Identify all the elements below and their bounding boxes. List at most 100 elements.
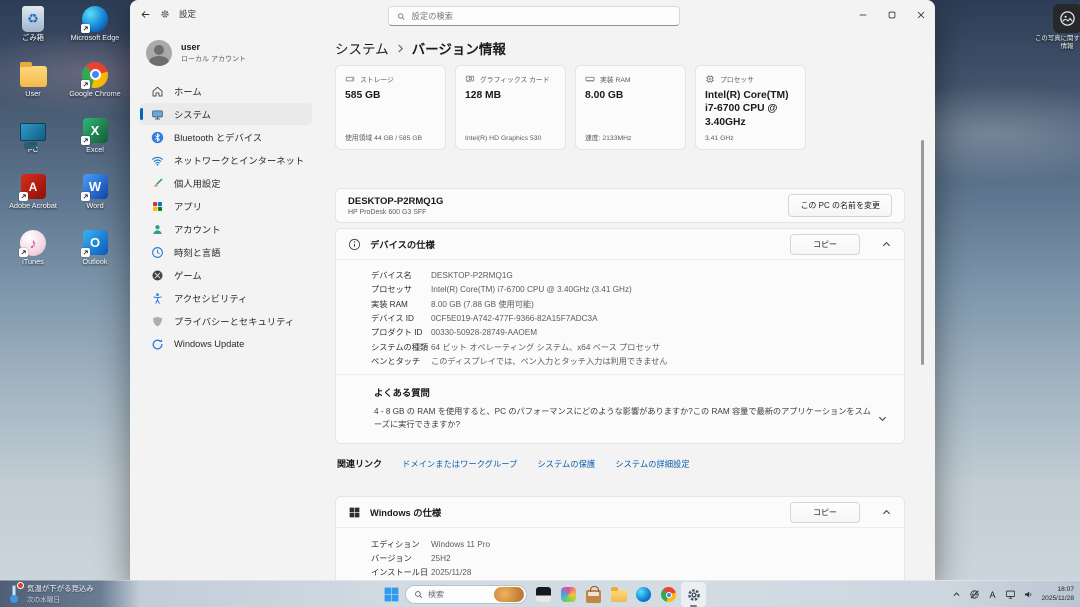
back-button[interactable] — [140, 9, 151, 20]
spec-label: バージョン — [371, 552, 431, 564]
card-value: 8.00 GB — [585, 89, 676, 102]
spec-row: 実装 RAM8.00 GB (7.88 GB 使用可能) — [371, 297, 892, 311]
settings-button-active[interactable] — [681, 582, 706, 607]
spec-row: プロダクト ID00330-50928-28749-AAOEM — [371, 325, 892, 339]
desktop-icon-user-folder[interactable]: User — [2, 58, 64, 114]
sidebar-item-apps[interactable]: アプリ — [140, 195, 312, 217]
tray-overflow-chevron[interactable] — [947, 581, 965, 607]
desktop-icon-word[interactable]: W Word — [64, 170, 126, 226]
close-button[interactable] — [906, 0, 935, 30]
desktop-icon-recycle-bin[interactable]: ♻ ごみ箱 — [2, 2, 64, 58]
chevron-up-icon[interactable] — [881, 507, 892, 518]
faq-question-row[interactable]: 4 - 8 GB の RAM を使用すると、PC のパフォーマンスにどのような影… — [374, 406, 892, 431]
settings-window: 設定 user ローカル アカウント ホーム システ — [130, 0, 935, 580]
taskbar-search-placeholder: 検索 — [428, 589, 489, 600]
weather-widget[interactable]: 気温が下がる見込み 次の水曜日 — [6, 584, 94, 604]
device-specs-section: デバイスの仕様 コピー デバイス名DESKTOP-P2RMQ1G プロセッサIn… — [335, 228, 905, 444]
task-view-icon — [536, 587, 551, 602]
link-domain-workgroup[interactable]: ドメインまたはワークグループ — [402, 458, 517, 470]
xbox-icon — [151, 269, 164, 282]
network-globe-offline-icon[interactable] — [965, 581, 983, 607]
start-button[interactable] — [383, 586, 400, 603]
desktop-icon-chrome[interactable]: Google Chrome — [64, 58, 126, 114]
sidebar-item-personalization[interactable]: 個人用設定 — [140, 172, 312, 194]
titlebar: 設定 — [130, 0, 935, 34]
desktop-icon-pc[interactable]: PC — [2, 114, 64, 170]
spec-row: インストール日2025/11/28 — [371, 565, 892, 579]
sidebar-item-system[interactable]: システム — [140, 103, 312, 125]
desktop-icon-itunes[interactable]: ♪ iTunes — [2, 226, 64, 282]
settings-search-box[interactable] — [388, 6, 680, 26]
sidebar-item-home[interactable]: ホーム — [140, 80, 312, 102]
windows-specs-header[interactable]: Windows の仕様 コピー — [336, 497, 904, 527]
link-system-protection[interactable]: システムの保護 — [537, 458, 595, 470]
clock-icon — [151, 246, 164, 259]
breadcrumb-parent[interactable]: システム — [335, 38, 389, 58]
link-advanced-system-settings[interactable]: システムの詳細設定 — [615, 458, 689, 470]
taskbar-apps — [531, 582, 706, 607]
rename-pc-button[interactable]: この PC の名前を変更 — [788, 194, 892, 217]
spotlight-label: この写真に関する詳細情報 — [1034, 35, 1080, 51]
settings-search-input[interactable] — [412, 11, 671, 21]
card-detail: 3.41 GHz — [705, 135, 734, 142]
windows-logo-icon — [348, 506, 361, 519]
minimize-button[interactable] — [848, 0, 877, 30]
sidebar-item-accessibility[interactable]: アクセシビリティ — [140, 287, 312, 309]
shortcut-arrow-icon — [19, 248, 28, 257]
account-summary[interactable]: user ローカル アカウント — [146, 40, 322, 66]
pc-monitor-icon — [19, 116, 48, 145]
desktop-icon-outlook[interactable]: O Outlook — [64, 226, 126, 282]
faq-title: よくある質問 — [374, 385, 892, 399]
maximize-button[interactable] — [877, 0, 906, 30]
weather-subline: 次の水曜日 — [27, 594, 94, 604]
chevron-up-icon[interactable] — [881, 239, 892, 250]
desktop-icon-spotlight[interactable]: この写真に関する詳細情報 — [1034, 4, 1080, 51]
spec-value: 2025/11/28 — [431, 568, 471, 577]
search-highlight-image — [494, 587, 524, 602]
sidebar-item-bluetooth-devices[interactable]: Bluetooth とデバイス — [140, 126, 312, 148]
volume-icon[interactable] — [1019, 581, 1037, 607]
copy-windows-specs-button[interactable]: コピー — [790, 502, 860, 523]
tray-date: 2025/11/28 — [1041, 595, 1074, 602]
store-icon — [586, 590, 601, 603]
processor-card: プロセッサ Intel(R) Core(TM) i7-6700 CPU @ 3.… — [695, 65, 806, 150]
desktop-icon-label: iTunes — [22, 258, 44, 266]
sidebar-item-accounts[interactable]: アカウント — [140, 218, 312, 240]
spec-cards: ストレージ 585 GB 使用領域 44 GB / 585 GB グラフィックス… — [335, 65, 905, 150]
pen-display-icon[interactable] — [1001, 581, 1019, 607]
search-icon — [414, 590, 423, 599]
copy-device-specs-button[interactable]: コピー — [790, 234, 860, 255]
excel-icon: X — [81, 116, 110, 145]
task-view-button[interactable] — [531, 582, 556, 607]
store-button[interactable] — [581, 582, 606, 607]
file-explorer-button[interactable] — [606, 582, 631, 607]
sidebar-item-privacy-security[interactable]: プライバシーとセキュリティ — [140, 310, 312, 332]
device-name-card: DESKTOP-P2RMQ1G HP ProDesk 600 G3 SFF この… — [335, 188, 905, 223]
edge-button[interactable] — [631, 582, 656, 607]
vertical-scrollbar[interactable] — [921, 140, 924, 365]
photos-button[interactable] — [556, 582, 581, 607]
sidebar-item-network-internet[interactable]: ネットワークとインターネット — [140, 149, 312, 171]
spec-value: 0CF5E019-A742-477F-9366-82A15F7ADC3A — [431, 314, 598, 323]
sidebar-item-gaming[interactable]: ゲーム — [140, 264, 312, 286]
sidebar-item-windows-update[interactable]: Windows Update — [140, 333, 312, 355]
recycle-bin-icon: ♻ — [19, 4, 48, 33]
taskbar-search-box[interactable]: 検索 — [405, 585, 527, 604]
edge-icon — [81, 4, 110, 33]
device-specs-header[interactable]: デバイスの仕様 コピー — [336, 229, 904, 259]
desktop-icon-excel[interactable]: X Excel — [64, 114, 126, 170]
sidebar-item-label: システム — [174, 107, 211, 121]
shortcut-arrow-icon — [81, 136, 90, 145]
card-detail: Intel(R) HD Graphics 530 — [465, 135, 541, 142]
sidebar-item-time-language[interactable]: 時刻と言語 — [140, 241, 312, 263]
card-detail: 速度: 2133MHz — [585, 132, 631, 142]
desktop-icon-acrobat[interactable]: A Adobe Acrobat — [2, 170, 64, 226]
desktop-icon-label: Excel — [86, 146, 104, 154]
windows-specs-list: エディションWindows 11 Pro バージョン25H2 インストール日20… — [336, 528, 904, 580]
clock[interactable]: 18:07 2025/11/28 — [1041, 586, 1074, 604]
desktop-icon-edge[interactable]: Microsoft Edge — [64, 2, 126, 58]
chevron-down-icon[interactable] — [877, 413, 888, 424]
ime-mode-indicator[interactable]: A — [983, 581, 1001, 607]
chrome-button[interactable] — [656, 582, 681, 607]
sidebar-item-label: プライバシーとセキュリティ — [174, 314, 294, 328]
